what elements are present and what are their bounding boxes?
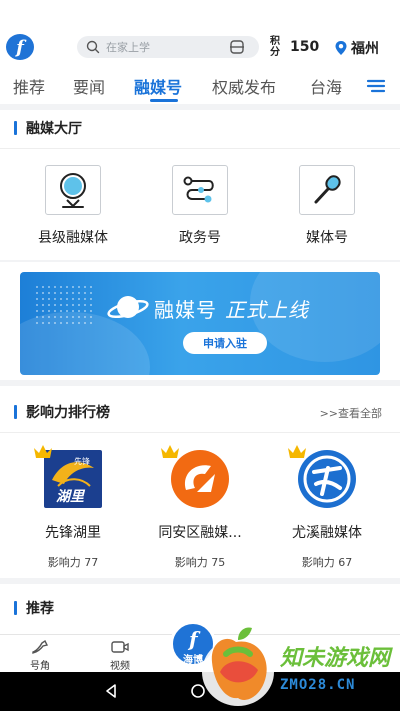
hall-item-government[interactable]: 政务号 (150, 165, 250, 247)
route-icon (183, 176, 214, 203)
crown-icon (34, 445, 52, 458)
tab-recommend[interactable]: 推荐 (13, 74, 45, 98)
tab-media-account[interactable]: 融媒号 (134, 74, 182, 98)
menu-icon[interactable] (366, 78, 386, 94)
ranking-title: 影响力排行榜 (14, 402, 110, 422)
promo-banner[interactable]: 融媒号 正式上线 申请入驻 (20, 272, 380, 375)
hall-icon-box (172, 165, 228, 215)
active-tab-indicator (150, 99, 178, 102)
hall-icon-box (45, 165, 101, 215)
tab-taihai[interactable]: 台海 (310, 74, 342, 98)
microphone-icon (314, 175, 341, 204)
rank-score: 影响力 75 (174, 556, 226, 569)
banner-title-main: 融媒号 (154, 298, 217, 322)
view-all-link[interactable]: >>查看全部 (320, 405, 382, 421)
tab-official-release[interactable]: 权威发布 (212, 74, 276, 98)
points-value[interactable]: 150 (290, 39, 319, 55)
crown-icon (288, 445, 306, 458)
watermark-text: 知未游戏网 (280, 646, 391, 671)
location-pin-icon (335, 41, 347, 55)
rank-item-youxi[interactable]: 尤溪融媒体 影响力 67 (262, 444, 392, 570)
points-label: 积分 (270, 36, 280, 58)
recommend-title: 推荐 (14, 598, 54, 618)
nav-item-haojiao[interactable]: 号角 (15, 639, 65, 672)
hall-item-label: 媒体号 (306, 230, 348, 246)
nav-label: 号角 (30, 661, 50, 672)
media-hall-title: 融媒大厅 (14, 118, 82, 138)
rank-name: 先锋湖里 (45, 525, 101, 541)
search-icon (86, 40, 100, 54)
city-selector[interactable]: 福州 (334, 38, 379, 58)
nav-item-video[interactable]: 视频 (95, 639, 145, 672)
huli-logo-sub: 先锋 (74, 457, 90, 466)
top-bar: f 在家上学 积分 150 福州 (0, 0, 400, 68)
watermark-url: ZMO28.CN (280, 677, 356, 693)
banner-title-em: 正式上线 (225, 298, 309, 322)
rank-item-xianfeng-huli[interactable]: 先锋 湖里 先锋湖里 影响力 77 (8, 444, 138, 570)
huli-logo-text: 湖里 (56, 489, 84, 505)
rank-logo: 先锋 湖里 (34, 445, 102, 508)
hall-icon-box (299, 165, 355, 215)
channel-tabs: 推荐 要闻 融媒号 权威发布 台海 (0, 68, 400, 104)
pin-icon (60, 173, 86, 208)
rank-score: 影响力 77 (47, 556, 99, 569)
rank-score: 影响力 67 (301, 556, 353, 569)
hall-item-label: 政务号 (179, 230, 221, 246)
scan-icon[interactable] (229, 39, 245, 55)
app-logo[interactable]: f (6, 34, 34, 60)
back-icon[interactable] (103, 683, 119, 699)
rank-logo (161, 445, 229, 508)
search-bar[interactable]: 在家上学 (77, 36, 259, 58)
crown-icon (161, 445, 179, 458)
nav-label: 视频 (110, 661, 130, 672)
rank-name: 同安区融媒... (158, 525, 242, 541)
apply-join-button[interactable]: 申请入驻 (183, 332, 267, 354)
rank-item-tongan[interactable]: 同安区融媒... 影响力 75 (135, 444, 265, 570)
search-placeholder: 在家上学 (106, 41, 150, 54)
city-name: 福州 (351, 41, 379, 57)
app-logo-text: f (16, 36, 24, 58)
planet-icon (107, 296, 149, 319)
divider (0, 148, 400, 149)
hall-item-county-media[interactable]: 县级融媒体 (23, 165, 123, 247)
rank-name: 尤溪融媒体 (292, 525, 362, 541)
hall-item-media[interactable]: 媒体号 (277, 165, 377, 247)
divider (0, 432, 400, 433)
hall-item-label: 县级融媒体 (38, 230, 108, 246)
rank-logo (288, 445, 356, 508)
banner-title: 融媒号 正式上线 (154, 294, 309, 323)
horn-icon (32, 639, 49, 654)
tab-headlines[interactable]: 要闻 (73, 74, 105, 98)
banner-dots (34, 284, 94, 324)
video-icon (111, 641, 129, 653)
